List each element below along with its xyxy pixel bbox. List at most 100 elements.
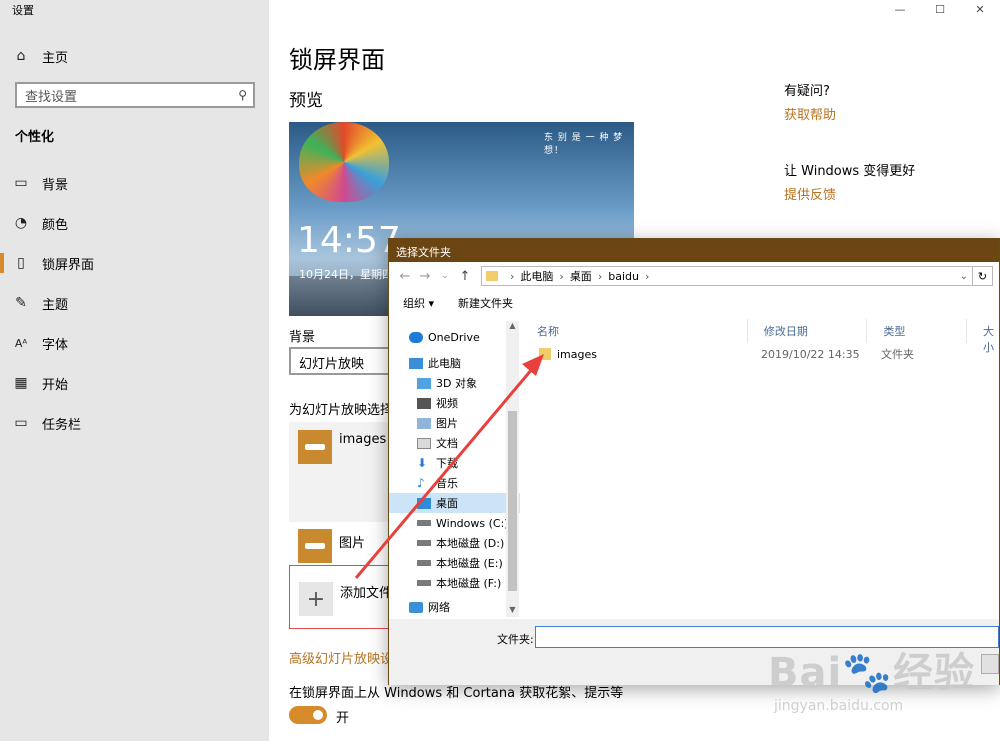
minimize-button[interactable]: — xyxy=(880,0,920,18)
nav-pane-item-videos[interactable]: 视频 xyxy=(389,393,520,413)
nav-pane-label: 本地磁盘 (D:) xyxy=(436,537,505,550)
album-item[interactable]: 图片 xyxy=(289,522,389,564)
up-icon[interactable]: ↑ xyxy=(455,269,475,284)
nav-pane-label: 桌面 xyxy=(436,497,458,510)
nav-pane-item-pictures[interactable]: 图片 xyxy=(389,413,520,433)
maximize-button[interactable]: ☐ xyxy=(920,0,960,18)
cloud-icon xyxy=(409,331,423,343)
folder-icon xyxy=(486,271,498,281)
nav-pane-label: 文档 xyxy=(436,437,458,450)
chevron-down-icon[interactable]: ▼ xyxy=(506,605,519,617)
chevron-down-icon[interactable]: ⌄ xyxy=(960,271,968,282)
refresh-icon[interactable]: ↻ xyxy=(973,266,993,286)
folder-icon xyxy=(539,348,551,360)
nav-pane-item-onedrive[interactable]: OneDrive xyxy=(389,327,520,347)
background-select[interactable]: 幻灯片放映 xyxy=(289,347,399,375)
nav-pane-item-desktop[interactable]: 桌面 xyxy=(389,493,520,513)
nav-pane-item-documents[interactable]: 文档 xyxy=(389,433,520,453)
nav-pane-label: 网络 xyxy=(428,601,450,614)
palette-icon: ◔ xyxy=(14,215,28,231)
address-row: ← → ⌄ ↑ › 此电脑 › 桌面 › baidu › ⌄ ↻ xyxy=(389,262,999,290)
sidebar: 设置 ⌂ 主页 查找设置 ⚲ 个性化 ▭ 背景 ◔ 颜色 ▯ 锁屏界面 ✎ 主题… xyxy=(0,0,269,741)
cortana-toggle[interactable] xyxy=(289,706,327,724)
navigation-pane: OneDrive 此电脑 3D 对象 视频 图片 文档 ⬇ 下载 ♪ 音乐 桌面… xyxy=(389,319,520,619)
breadcrumb-item[interactable]: 此电脑 xyxy=(520,268,553,284)
sidebar-item-label: 字体 xyxy=(42,337,69,353)
nav-pane-label: 此电脑 xyxy=(428,357,461,370)
column-type[interactable]: 类型 xyxy=(867,319,967,343)
sidebar-item-home[interactable]: ⌂ 主页 xyxy=(0,40,269,72)
sidebar-item-label: 锁屏界面 xyxy=(42,257,95,273)
nav-pane-item-this-pc[interactable]: 此电脑 xyxy=(389,353,520,373)
chevron-right-icon: › xyxy=(559,269,564,283)
image-icon: ▭ xyxy=(14,175,28,191)
album-name: 图片 xyxy=(339,536,366,551)
window-controls: — ☐ ✕ xyxy=(880,0,1000,18)
close-button[interactable]: ✕ xyxy=(960,0,1000,18)
scrollbar-thumb[interactable] xyxy=(508,411,517,591)
breadcrumb-item[interactable]: baidu xyxy=(608,270,639,283)
nav-pane-item-music[interactable]: ♪ 音乐 xyxy=(389,473,520,493)
address-bar[interactable]: › 此电脑 › 桌面 › baidu › ⌄ xyxy=(481,266,973,286)
desktop-icon xyxy=(417,497,431,509)
nav-pane-label: Windows (C:) xyxy=(436,516,509,530)
nav-pane-item-drive-c[interactable]: Windows (C:) xyxy=(389,513,520,533)
app-title: 设置 xyxy=(12,4,34,17)
nav-pane-item-drive-d[interactable]: 本地磁盘 (D:) xyxy=(389,533,520,553)
forward-icon[interactable]: → xyxy=(415,269,435,284)
toggle-state-label: 开 xyxy=(336,711,350,726)
folder-icon xyxy=(298,529,332,563)
search-input[interactable]: 查找设置 ⚲ xyxy=(15,82,255,108)
cube-icon xyxy=(417,377,431,389)
feedback-link[interactable]: 提供反馈 xyxy=(784,184,836,203)
nav-pane-item-drive-f[interactable]: 本地磁盘 (F:) xyxy=(389,573,520,593)
breadcrumb-item[interactable]: 桌面 xyxy=(570,268,592,284)
advanced-slideshow-link[interactable]: 高级幻灯片放映设置 xyxy=(289,648,399,667)
sidebar-item-colors[interactable]: ◔ 颜色 xyxy=(0,203,269,243)
new-folder-button[interactable]: 新建文件夹 xyxy=(458,295,513,311)
drive-icon xyxy=(417,520,431,526)
nav-pane-label: 本地磁盘 (F:) xyxy=(436,577,502,590)
start-icon: ▦ xyxy=(14,375,28,391)
watermark-url: jingyan.baidu.com xyxy=(774,698,904,714)
column-date[interactable]: 修改日期 xyxy=(748,319,868,343)
preview-quote: 东 别 是 一 种 梦 想！ xyxy=(544,133,624,156)
nav-pane-item-downloads[interactable]: ⬇ 下载 xyxy=(389,453,520,473)
chevron-up-icon[interactable]: ▲ xyxy=(506,321,519,333)
sidebar-item-fonts[interactable]: Aᴬ 字体 xyxy=(0,323,269,363)
get-help-link[interactable]: 获取帮助 xyxy=(784,104,836,123)
chevron-down-icon[interactable]: ⌄ xyxy=(435,271,455,281)
search-icon: ⚲ xyxy=(238,88,247,102)
picture-icon xyxy=(417,417,431,429)
theme-icon: ✎ xyxy=(15,295,27,311)
column-name[interactable]: 名称 xyxy=(521,319,748,343)
plus-icon: + xyxy=(299,582,333,616)
nav-pane-item-network[interactable]: 网络 xyxy=(389,597,520,617)
computer-icon xyxy=(409,357,423,369)
background-label: 背景 xyxy=(289,330,316,345)
baidu-watermark: Bai🐾经验 jingyan.baidu.com xyxy=(768,640,988,720)
home-icon: ⌂ xyxy=(16,48,26,64)
nav-pane-item-3d[interactable]: 3D 对象 xyxy=(389,373,520,393)
add-folder-button[interactable]: + 添加文件夹 xyxy=(289,565,405,629)
back-icon[interactable]: ← xyxy=(395,269,415,284)
page-title: 锁屏界面 xyxy=(289,46,385,74)
nav-pane-item-drive-e[interactable]: 本地磁盘 (E:) xyxy=(389,553,520,573)
column-size[interactable]: 大小 xyxy=(967,319,999,354)
sidebar-item-themes[interactable]: ✎ 主题 xyxy=(0,283,269,323)
organize-button[interactable]: 组织 ▾ xyxy=(403,295,434,311)
album-item[interactable]: images xyxy=(289,422,389,522)
nav-pane-label: 3D 对象 xyxy=(436,377,477,390)
sidebar-item-lock-screen[interactable]: ▯ 锁屏界面 xyxy=(0,243,269,283)
help-question: 有疑问? xyxy=(784,84,830,99)
file-row[interactable]: images 2019/10/22 14:35 文件夹 xyxy=(521,343,999,365)
sidebar-item-start[interactable]: ▦ 开始 xyxy=(0,363,269,403)
city-image xyxy=(289,276,389,316)
nav-pane-scrollbar[interactable]: ▲ ▼ xyxy=(506,321,519,617)
sidebar-item-label: 背景 xyxy=(42,177,69,193)
music-icon: ♪ xyxy=(417,476,425,490)
preview-heading: 预览 xyxy=(289,91,323,111)
sidebar-item-taskbar[interactable]: ▭ 任务栏 xyxy=(0,403,269,443)
album-label: 为幻灯片放映选择相册 xyxy=(289,403,389,418)
sidebar-item-background[interactable]: ▭ 背景 xyxy=(0,163,269,203)
